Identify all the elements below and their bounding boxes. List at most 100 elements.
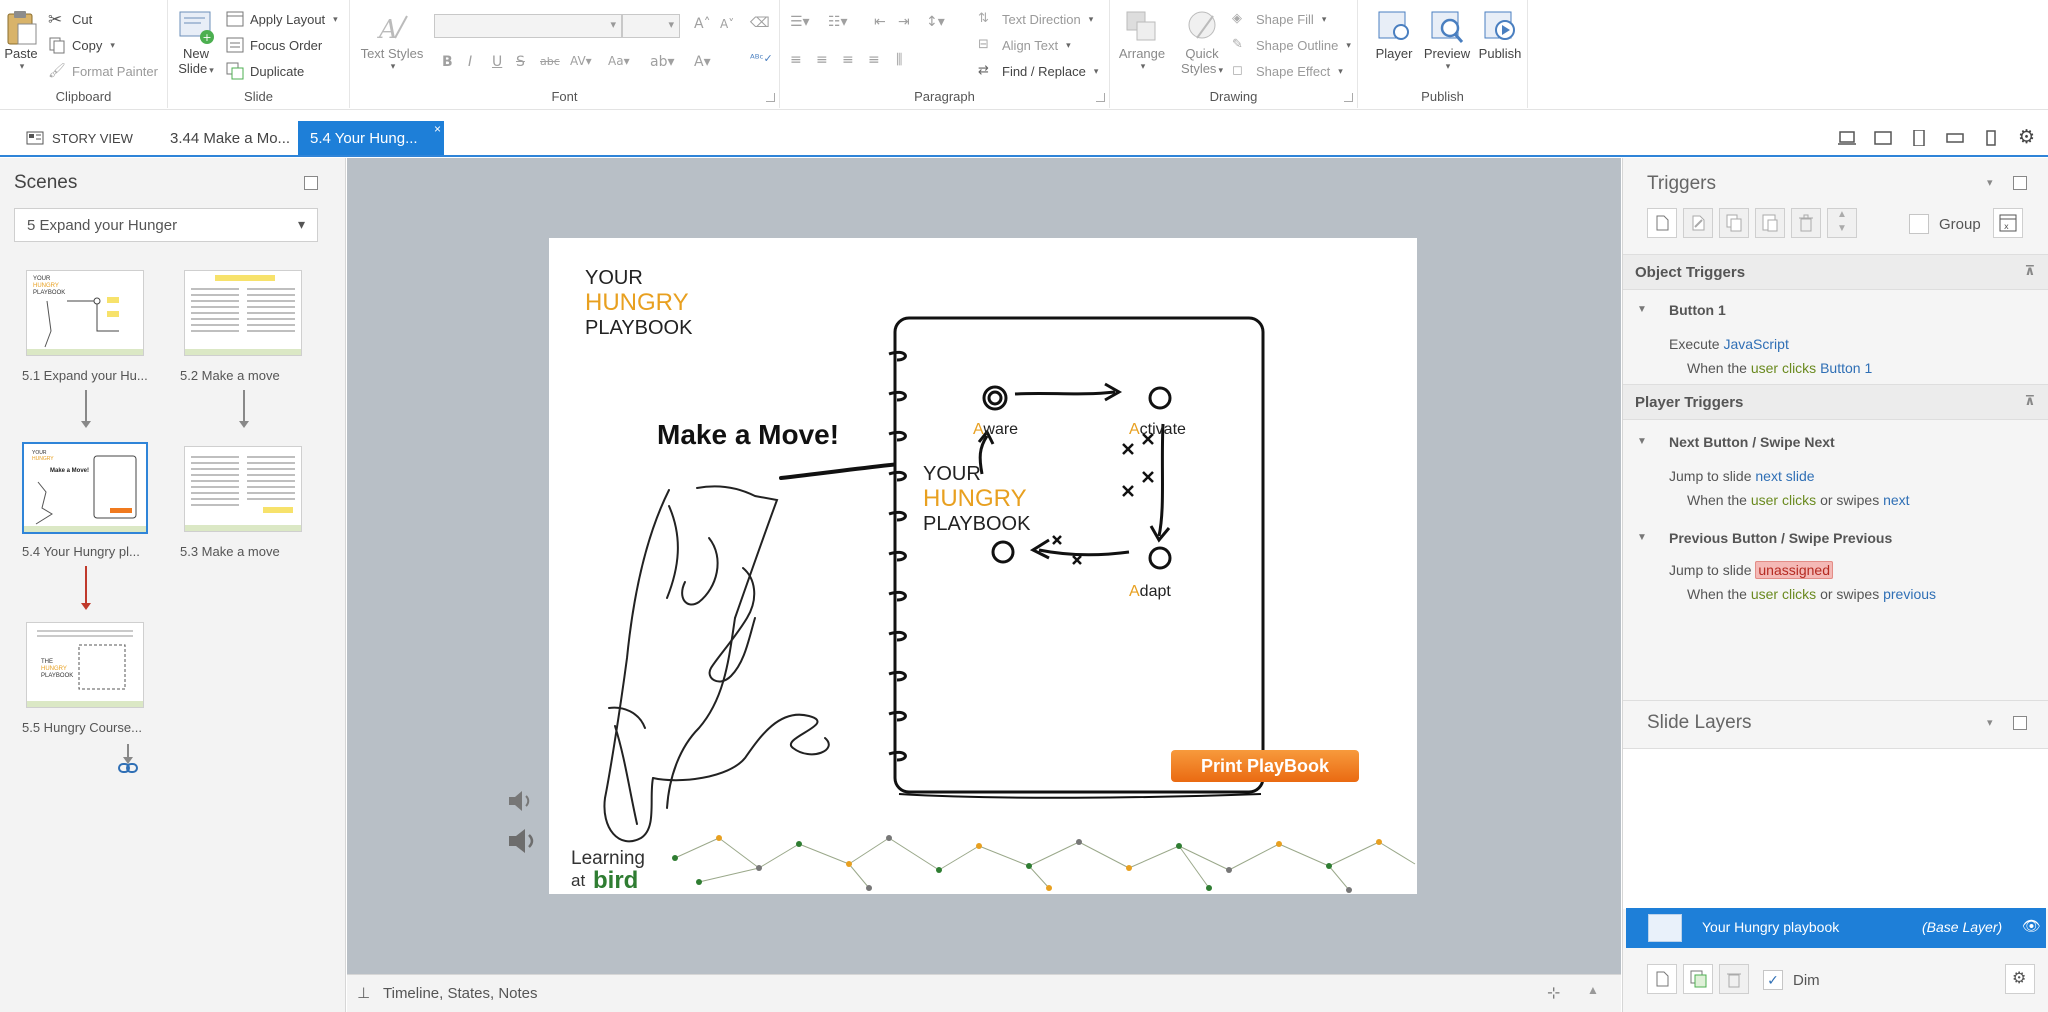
visibility-eye-icon[interactable]: 👁	[2022, 917, 2041, 935]
grow-font-icon[interactable]: A˄	[694, 16, 711, 32]
font-size-select[interactable]	[622, 14, 680, 38]
settings-gear-icon[interactable]: ⚙	[2018, 126, 2036, 148]
player-triggers-header[interactable]: Player Triggers ⊼	[1623, 384, 2048, 420]
player-button[interactable]: Player	[1372, 8, 1416, 61]
trigger-execute-js-condition[interactable]: When the user clicks Button 1	[1687, 360, 1872, 376]
shrink-font-icon[interactable]: A˅	[720, 17, 734, 31]
apply-layout-button[interactable]: Apply Layout ▾	[226, 10, 338, 28]
timeline-states-notes-toggle[interactable]: Timeline, States, Notes	[383, 985, 538, 1002]
shape-outline-button[interactable]: ✎ Shape Outline ▾	[1232, 36, 1351, 54]
phone-landscape-icon[interactable]	[1946, 130, 1964, 146]
trigger-group-button1[interactable]: Button 1	[1669, 302, 1726, 318]
highlight-icon[interactable]: ab▾	[650, 54, 675, 70]
align-text-button[interactable]: ⊟ Align Text ▾	[978, 36, 1071, 54]
desktop-view-icon[interactable]	[1838, 130, 1856, 146]
tab-story-view[interactable]: STORY VIEW	[14, 121, 145, 155]
scene-thumb-5-1[interactable]: YOUR HUNGRY PLAYBOOK	[26, 270, 144, 356]
scene-thumb-5-5[interactable]: THE HUNGRY PLAYBOOK	[26, 622, 144, 708]
trigger-jump-next[interactable]: Jump to slide next slide	[1669, 468, 1815, 484]
underline-icon[interactable]: U	[492, 54, 502, 70]
line-spacing-icon[interactable]: ↕▾	[926, 14, 945, 30]
tree-icon[interactable]: ⊹	[1547, 983, 1560, 1003]
object-triggers-header[interactable]: Object Triggers ⊼	[1623, 254, 2048, 290]
edit-trigger-button[interactable]	[1683, 208, 1713, 238]
scene-thumb-5-4[interactable]: YOUR HUNGRY Make a Move!	[22, 442, 148, 534]
timeline-icon[interactable]: ⊥	[357, 984, 370, 1002]
manage-variables-button[interactable]: x	[1993, 208, 2023, 238]
copy-trigger-button[interactable]	[1719, 208, 1749, 238]
strike-abc-icon[interactable]: abc	[540, 55, 560, 68]
duplicate-layer-button[interactable]	[1683, 964, 1713, 994]
drawing-dialog-launcher[interactable]	[1344, 93, 1353, 102]
align-left-icon[interactable]: ≡	[790, 52, 802, 68]
arrange-button[interactable]: Arrange ▾	[1114, 8, 1170, 72]
new-trigger-button[interactable]	[1647, 208, 1677, 238]
increase-indent-icon[interactable]: ⇥	[898, 14, 910, 30]
close-tab-icon[interactable]: ×	[434, 122, 441, 136]
print-playbook-button[interactable]: Print PlayBook	[1171, 750, 1359, 782]
delete-trigger-button[interactable]	[1791, 208, 1821, 238]
base-layer-row[interactable]: Your Hungry playbook (Base Layer) 👁	[1626, 908, 2046, 948]
link-icon[interactable]	[118, 762, 138, 774]
expand-up-icon[interactable]: ▲	[1587, 983, 1599, 997]
next-collapse-icon[interactable]: ▼	[1637, 436, 1647, 447]
triggers-pin-icon[interactable]	[2013, 176, 2027, 190]
publish-button[interactable]: Publish	[1476, 8, 1524, 61]
preview-button[interactable]: Preview ▾	[1422, 8, 1472, 72]
copy-button[interactable]: Copy ▾	[48, 36, 115, 54]
numbering-icon[interactable]: ☷▾	[828, 14, 848, 30]
scene-thumb-5-2[interactable]	[184, 270, 302, 356]
audio-speaker-2-icon[interactable]	[507, 826, 541, 856]
audio-speaker-icon[interactable]	[507, 788, 535, 814]
dim-checkbox[interactable]: ✓	[1763, 970, 1783, 990]
paste-trigger-button[interactable]	[1755, 208, 1785, 238]
justify-icon[interactable]: ≡	[868, 52, 880, 68]
scene-select[interactable]: 5 Expand your Hunger	[14, 208, 318, 242]
scene-thumb-5-3[interactable]	[184, 446, 302, 532]
font-color-icon[interactable]: A▾	[694, 54, 711, 70]
layer-properties-button[interactable]: ⚙	[2005, 964, 2035, 994]
tab-make-a-move[interactable]: 3.44 Make a Mo...	[158, 121, 302, 155]
player-triggers-pin-icon[interactable]: ⊼	[2024, 393, 2035, 409]
new-layer-button[interactable]	[1647, 964, 1677, 994]
slide-stage[interactable]: YOUR HUNGRY PLAYBOOK Make a Move! YOUR H…	[549, 238, 1417, 894]
scenes-pin-icon[interactable]	[304, 176, 318, 190]
phone-portrait-icon[interactable]	[1982, 130, 2000, 146]
move-up-icon[interactable]: ▲	[1837, 209, 1847, 220]
trigger-jump-previous[interactable]: Jump to slide unassigned	[1669, 561, 1833, 579]
spellcheck-icon[interactable]: ᴬᴮᶜ✓	[750, 52, 773, 65]
trigger-group-next[interactable]: Next Button / Swipe Next	[1669, 434, 1835, 450]
find-replace-button[interactable]: ⇄ Find / Replace ▾	[978, 62, 1098, 80]
align-right-icon[interactable]: ≡	[842, 52, 854, 68]
paste-button[interactable]: Paste ▾	[2, 8, 40, 72]
text-styles-button[interactable]: A Text Styles ▾	[360, 8, 424, 72]
clear-format-icon[interactable]: ⌫	[750, 15, 770, 31]
layers-pin-icon[interactable]	[2013, 716, 2027, 730]
text-direction-button[interactable]: ⇅ Text Direction ▾	[978, 10, 1093, 28]
move-trigger-button[interactable]: ▲ ▼	[1827, 208, 1857, 238]
focus-order-button[interactable]: Focus Order	[226, 36, 322, 54]
tab-your-hungry[interactable]: 5.4 Your Hung... ×	[298, 121, 444, 155]
tablet-landscape-icon[interactable]	[1874, 130, 1892, 146]
font-dialog-launcher[interactable]	[766, 93, 775, 102]
align-center-icon[interactable]: ≡	[816, 52, 828, 68]
trigger-jump-previous-condition[interactable]: When the user clicks or swipes previous	[1687, 586, 1936, 602]
layers-collapse-icon[interactable]: ▾	[1987, 716, 1993, 729]
strikethrough-icon[interactable]: S	[516, 54, 525, 70]
group-checkbox[interactable]	[1909, 214, 1929, 234]
paragraph-dialog-launcher[interactable]	[1096, 93, 1105, 102]
duplicate-button[interactable]: Duplicate	[226, 62, 304, 80]
tablet-portrait-icon[interactable]	[1910, 130, 1928, 146]
trigger-execute-js[interactable]: Execute JavaScript	[1669, 336, 1789, 352]
decrease-indent-icon[interactable]: ⇤	[874, 14, 886, 30]
format-painter-button[interactable]: 🖌 Format Painter	[48, 62, 158, 80]
button1-collapse-icon[interactable]: ▼	[1637, 304, 1647, 315]
columns-icon[interactable]: ⫼	[896, 52, 902, 68]
trigger-group-previous[interactable]: Previous Button / Swipe Previous	[1669, 530, 1892, 546]
italic-icon[interactable]: I	[468, 54, 472, 70]
new-slide-button[interactable]: + New Slide ▾	[176, 8, 216, 76]
previous-collapse-icon[interactable]: ▼	[1637, 532, 1647, 543]
delete-layer-button[interactable]	[1719, 964, 1749, 994]
change-case-icon[interactable]: Aa▾	[608, 54, 630, 68]
trigger-jump-next-condition[interactable]: When the user clicks or swipes next	[1687, 492, 1910, 508]
